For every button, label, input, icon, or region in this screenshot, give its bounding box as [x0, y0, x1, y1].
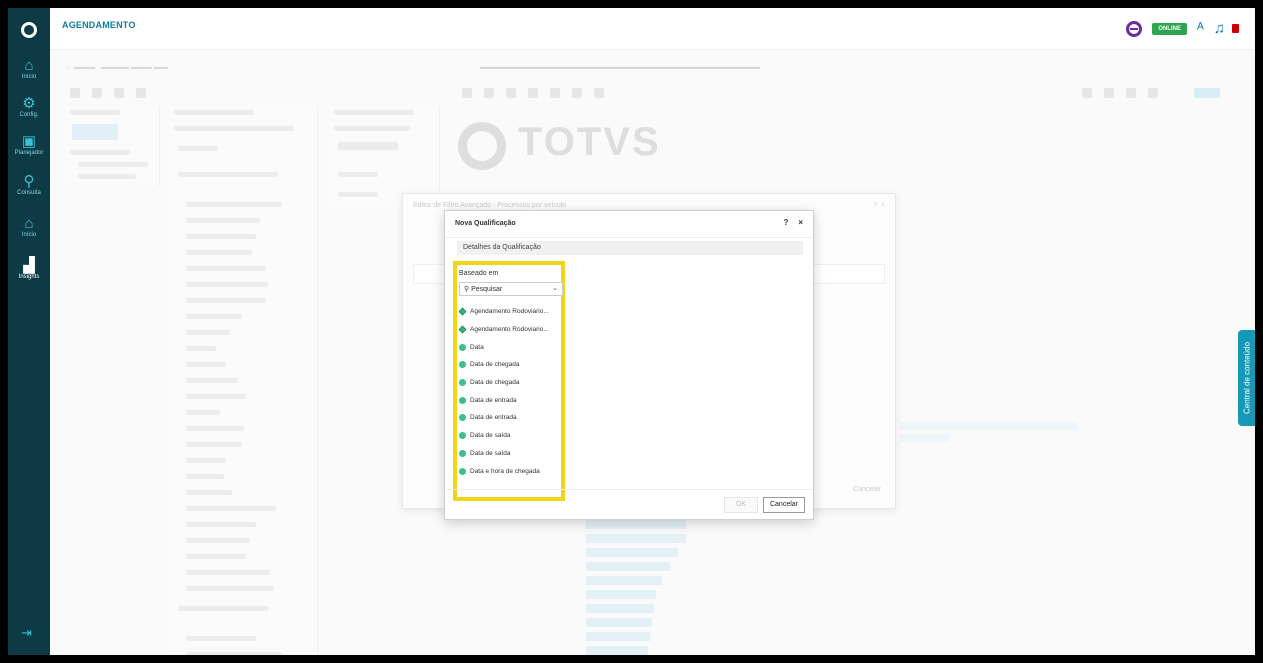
nav-item-inicio-2[interactable]: ⌂ Início	[8, 215, 50, 239]
notification-badge	[1232, 24, 1239, 33]
header-actions: ONLINE ᴬ ♫	[1126, 20, 1239, 37]
connection-icon[interactable]	[1126, 20, 1143, 37]
chevron-down-icon: ⌄	[552, 285, 558, 292]
field-icon	[459, 379, 466, 387]
advanced-filter-cancel-button[interactable]: Cancelar	[853, 486, 881, 493]
list-item[interactable]: Data de saída	[459, 445, 563, 463]
totvs-watermark-icon	[458, 122, 506, 170]
list-item[interactable]: Data de chegada	[459, 356, 563, 374]
top-header: AGENDAMENTO ONLINE ᴬ ♫	[50, 8, 1255, 50]
user-icon[interactable]: ᴬ	[1197, 20, 1204, 37]
calendar-icon: ▣	[21, 133, 37, 150]
list-item[interactable]: Agendamento Rodoviario...	[459, 303, 563, 321]
nav-item-planejador[interactable]: ▣ Planejador	[8, 133, 50, 157]
ok-button[interactable]: OK	[724, 497, 758, 513]
home-icon: ⌂	[24, 57, 34, 74]
field-icon	[459, 396, 466, 404]
list-item[interactable]: Data e hora de chegada	[459, 462, 563, 480]
totvs-watermark: TOTVS	[518, 120, 661, 164]
data-source-panel	[64, 106, 160, 186]
report-toolbar	[70, 88, 1230, 102]
online-badge: ONLINE	[1152, 22, 1187, 35]
field-icon	[459, 343, 466, 351]
gear-icon: ⚙	[22, 95, 36, 112]
chart-icon: ▟	[23, 257, 35, 274]
advanced-filter-title: Editor de Filtro Avançado - Processos po…	[413, 202, 567, 209]
based-on-label: Baseado em	[459, 270, 499, 277]
field-icon	[459, 361, 466, 369]
list-item[interactable]: Data de entrada	[459, 391, 563, 409]
left-nav: ⌂ Início ⚙ Config. ▣ Planejador ⚲ Consul…	[8, 8, 50, 655]
properties-panel	[328, 106, 440, 206]
qualification-details-section: Detalhes da Qualificação	[457, 241, 803, 255]
search-icon: ⚲	[23, 173, 35, 190]
app-window: ⌂ Início ⚙ Config. ▣ Planejador ⚲ Consul…	[8, 8, 1255, 655]
breadcrumb: ⌂ ▬▬▬ ▬▬▬▬ ▬▬▬ ▬▬	[66, 64, 168, 71]
help-icon[interactable]: ?	[783, 218, 788, 227]
list-item[interactable]: Data de entrada	[459, 409, 563, 427]
exit-icon[interactable]: ⇥	[21, 625, 32, 641]
nav-item-inicio[interactable]: ⌂ Início	[8, 57, 50, 81]
field-icon	[459, 414, 466, 422]
home-icon: ⌂	[24, 215, 34, 232]
cancel-button[interactable]: Cancelar	[763, 497, 805, 513]
dimension-icon	[459, 325, 467, 334]
dimension-icon	[459, 307, 467, 316]
dialog-controls: ? ×	[783, 218, 803, 227]
totvs-logo-icon[interactable]	[21, 22, 37, 38]
content-center-tab[interactable]: Central de conteúdo	[1238, 330, 1255, 426]
new-qualification-dialog: Nova Qualificação ? × Detalhes da Qualif…	[444, 210, 814, 520]
field-icon	[459, 467, 466, 475]
field-list: Agendamento Rodoviario... Agendamento Ro…	[459, 303, 563, 480]
fields-panel	[168, 106, 318, 655]
list-item[interactable]: Data de saída	[459, 427, 563, 445]
list-item[interactable]: Agendamento Rodoviario...	[459, 321, 563, 339]
dialog-title: Nova Qualificação	[455, 220, 516, 227]
dialog-footer: OK Cancelar	[445, 489, 813, 519]
close-icon[interactable]: ×	[798, 218, 803, 227]
nav-item-insights[interactable]: ▟ Insights	[8, 257, 50, 281]
field-icon	[459, 449, 466, 457]
nav-item-consulta[interactable]: ⚲ Consulta	[8, 173, 50, 197]
field-search-select[interactable]: ⚲ Pesquisar ⌄	[459, 282, 563, 296]
list-item[interactable]: Data	[459, 338, 563, 356]
bell-icon[interactable]: ♫	[1214, 20, 1225, 37]
report-title-bar: ▬▬▬▬▬▬▬▬▬▬▬▬▬▬▬▬▬▬▬▬▬▬▬▬▬▬▬▬▬▬▬▬▬▬▬▬▬▬▬▬	[480, 64, 760, 71]
field-icon	[459, 432, 466, 440]
advanced-filter-controls: ? ×	[873, 202, 885, 209]
nav-item-config[interactable]: ⚙ Config.	[8, 95, 50, 119]
list-item[interactable]: Data de chegada	[459, 374, 563, 392]
app-title: AGENDAMENTO	[62, 20, 136, 30]
